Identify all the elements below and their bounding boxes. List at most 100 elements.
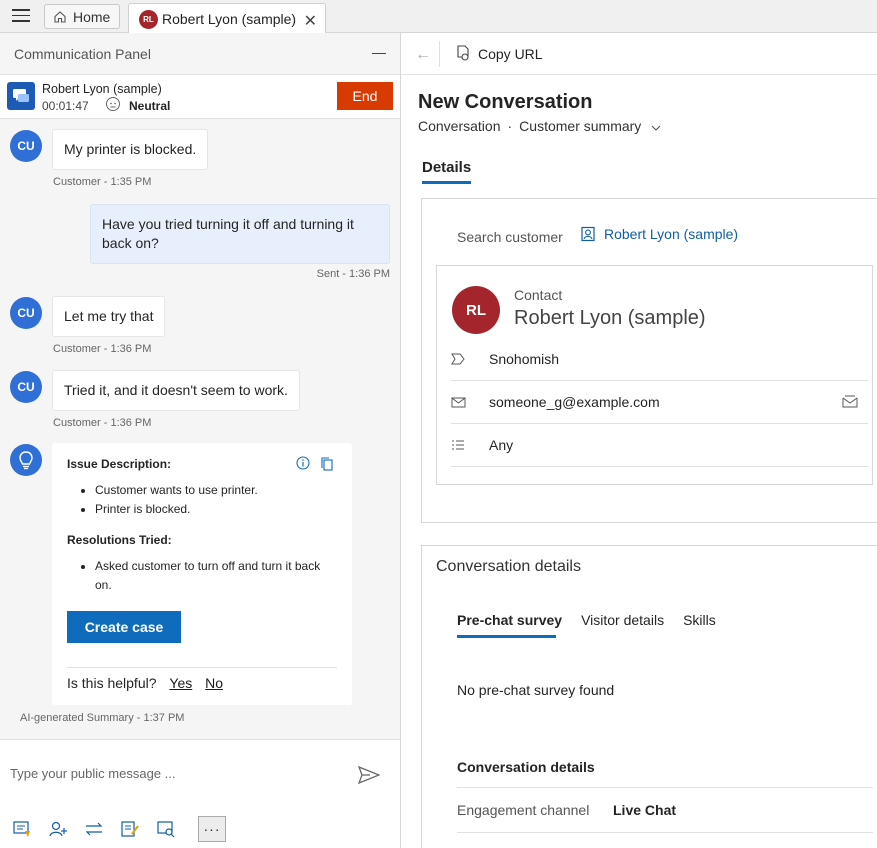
- page-title: New Conversation: [418, 91, 593, 113]
- breadcrumb: Conversation · Customer summary: [418, 118, 661, 134]
- helpful-label: Is this helpful?: [67, 675, 157, 691]
- quick-replies-icon[interactable]: [12, 816, 48, 842]
- issue-list: Customer wants to use printer. Printer i…: [67, 481, 337, 519]
- subsection-title: Conversation details: [457, 759, 595, 775]
- tab-home-label: Home: [73, 8, 111, 25]
- chat-message: Let me try that: [52, 296, 166, 337]
- more-options-button[interactable]: ···: [198, 816, 226, 842]
- tab-contact[interactable]: RL Robert Lyon (sample) ✕: [128, 3, 326, 34]
- home-icon: [54, 10, 66, 23]
- message-meta: Customer - 1:36 PM: [53, 343, 152, 355]
- contact-email: someone_g@example.com: [489, 394, 660, 410]
- engagement-channel-value: Live Chat: [613, 802, 677, 818]
- minimize-icon[interactable]: [372, 52, 386, 55]
- list-item: Asked customer to turn off and turn it b…: [95, 557, 337, 595]
- info-icon[interactable]: [296, 456, 310, 470]
- resolutions-heading: Resolutions Tried:: [67, 533, 172, 547]
- customer-lookup-link[interactable]: Robert Lyon (sample): [580, 226, 738, 242]
- compose-area: ···: [0, 739, 400, 848]
- command-bar: ← Copy URL: [401, 33, 877, 75]
- avatar: CU: [10, 371, 42, 403]
- contact-card-icon: [581, 226, 595, 242]
- record-form: ← Copy URL New Conversation Conversation…: [401, 33, 877, 848]
- session-timer: 00:01:47: [42, 99, 89, 113]
- list-item: Printer is blocked.: [95, 500, 337, 519]
- tab-visitor-details[interactable]: Visitor details: [581, 612, 664, 628]
- chat-message: Have you tried turning it off and turnin…: [90, 204, 390, 264]
- customer-link-label: Robert Lyon (sample): [604, 226, 739, 242]
- panel-header: Communication Panel: [0, 33, 400, 75]
- back-arrow-icon[interactable]: ←: [415, 46, 431, 64]
- divider: [457, 787, 873, 788]
- knowledge-search-icon[interactable]: [156, 816, 192, 842]
- list-item: Customer wants to use printer.: [95, 481, 337, 500]
- chat-message: Tried it, and it doesn't seem to work.: [52, 370, 300, 411]
- notes-icon[interactable]: [120, 816, 156, 842]
- message-meta: Customer - 1:35 PM: [53, 176, 152, 188]
- transfer-icon[interactable]: [84, 816, 120, 842]
- session-customer-name: Robert Lyon (sample): [42, 82, 162, 96]
- communication-panel: Communication Panel Robert Lyon (sample)…: [0, 33, 401, 848]
- divider: [439, 41, 440, 67]
- copy-icon[interactable]: [320, 456, 334, 472]
- close-icon[interactable]: ✕: [304, 11, 317, 31]
- end-button[interactable]: End: [337, 82, 393, 110]
- contact-name[interactable]: Robert Lyon (sample): [514, 307, 706, 330]
- consult-icon[interactable]: [48, 816, 84, 842]
- contact-preferred: Any: [489, 437, 514, 453]
- section-title: Conversation details: [436, 558, 581, 575]
- entity-name: Conversation: [418, 118, 501, 134]
- panel-title: Communication Panel: [14, 45, 151, 62]
- copy-url-label: Copy URL: [478, 45, 543, 62]
- tab-indicator: [422, 181, 471, 184]
- conversation-tabs: Pre-chat survey Visitor details Skills: [457, 612, 735, 628]
- copy-link-icon: [457, 45, 469, 61]
- feedback-row: Is this helpful? Yes No: [67, 667, 337, 691]
- tab-pre-chat-survey[interactable]: Pre-chat survey: [457, 612, 562, 628]
- chat-message: My printer is blocked.: [52, 129, 209, 170]
- contact-email-row: someone_g@example.com: [451, 381, 868, 424]
- search-customer-label: Search customer: [457, 229, 563, 245]
- avatar: RL: [139, 9, 158, 29]
- chat-channel-icon: [7, 82, 35, 110]
- tab-indicator: [457, 635, 556, 638]
- tab-home[interactable]: Home: [44, 4, 120, 29]
- no-link[interactable]: No: [205, 675, 223, 691]
- contact-city-row: Snohomish: [451, 338, 868, 381]
- lightbulb-icon: [10, 444, 42, 476]
- message-input[interactable]: [10, 766, 330, 781]
- resolutions-list: Asked customer to turn off and turn it b…: [67, 557, 337, 595]
- contact-type: Contact: [514, 287, 563, 303]
- session-header: Robert Lyon (sample) 00:01:47 Neutral En…: [0, 75, 400, 119]
- avatar: CU: [10, 130, 42, 162]
- send-email-icon[interactable]: [842, 395, 858, 411]
- list-icon: [451, 439, 489, 451]
- customer-section: Search customer Robert Lyon (sample) RL …: [421, 198, 877, 523]
- form-selector[interactable]: Customer summary: [519, 118, 641, 134]
- yes-link[interactable]: Yes: [169, 675, 192, 691]
- avatar: RL: [452, 286, 500, 334]
- tab-contact-label: Robert Lyon (sample): [162, 11, 297, 27]
- ai-summary-card: Issue Description: Customer wants to use…: [52, 443, 352, 705]
- message-meta: Sent - 1:36 PM: [316, 268, 390, 280]
- sentiment-label: Neutral: [129, 99, 171, 113]
- divider: [457, 832, 873, 833]
- summary-meta: AI-generated Summary - 1:37 PM: [20, 712, 185, 724]
- location-tag-icon: [451, 353, 489, 365]
- send-icon[interactable]: [358, 766, 380, 784]
- contact-city: Snohomish: [489, 351, 560, 367]
- create-case-button[interactable]: Create case: [67, 611, 181, 643]
- avatar: CU: [10, 297, 42, 329]
- tab-skills[interactable]: Skills: [683, 612, 716, 628]
- engagement-channel-label: Engagement channel: [457, 802, 590, 818]
- tab-bar: Home RL Robert Lyon (sample) ✕: [0, 0, 877, 34]
- empty-state-text: No pre-chat survey found: [457, 682, 615, 698]
- chevron-down-icon[interactable]: [651, 118, 661, 134]
- tab-details[interactable]: Details: [422, 159, 471, 176]
- conversation-details-section: Conversation details Pre-chat survey Vis…: [421, 545, 877, 848]
- compose-toolbar: ···: [12, 816, 226, 842]
- contact-card: RL Contact Robert Lyon (sample) Snohomis…: [436, 265, 873, 485]
- mail-icon: [451, 397, 489, 408]
- copy-url-button[interactable]: Copy URL: [455, 45, 543, 62]
- hamburger-menu-icon[interactable]: [12, 9, 30, 23]
